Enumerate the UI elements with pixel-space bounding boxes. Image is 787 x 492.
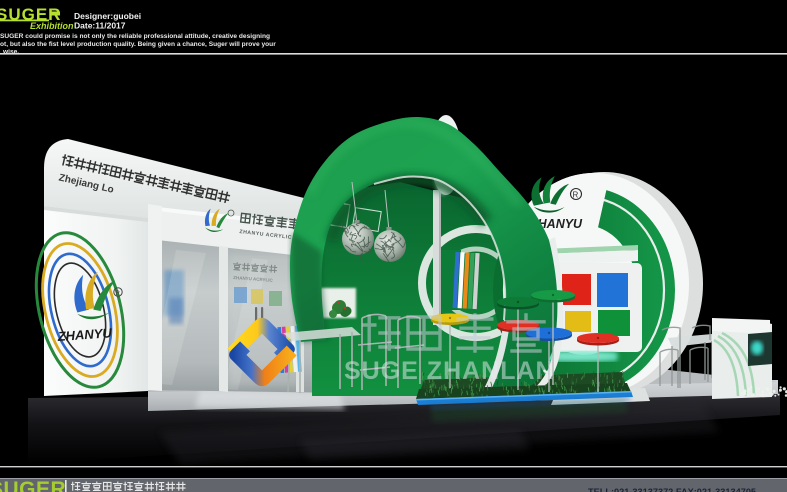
svg-text:Exhibition: Exhibition	[30, 21, 74, 31]
svg-text:Date:11/2017: Date:11/2017	[74, 21, 126, 31]
svg-text:SUGER: SUGER	[0, 478, 66, 492]
svg-text:R: R	[573, 191, 579, 200]
svg-text:Designer:guobei: Designer:guobei	[74, 11, 141, 21]
svg-text:SUGE ZHANLAN: SUGE ZHANLAN	[344, 357, 555, 385]
svg-text:ot, but also the fist level pr: ot, but also the fist level production q…	[0, 41, 276, 48]
svg-text:R: R	[116, 291, 121, 297]
svg-text:TELL:021-33137372 FAX:021-331: TELL:021-33137372 FAX:021-33134705	[588, 487, 756, 492]
svg-text:SUGER could promise is not onl: SUGER could promise is not only the reli…	[0, 33, 270, 40]
